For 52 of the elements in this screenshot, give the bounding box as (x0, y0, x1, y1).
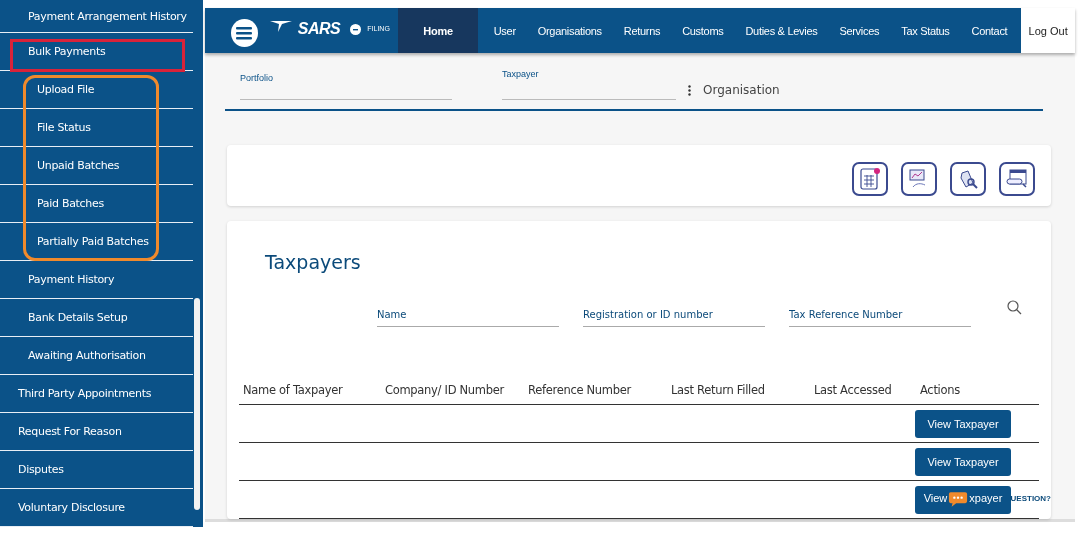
sidebar-item[interactable]: Request For Reason (0, 413, 193, 451)
search-field[interactable]: Name (377, 309, 559, 327)
sidebar-subitem[interactable]: Paid Batches (0, 185, 193, 223)
sidebar-item[interactable]: Payment History (0, 261, 193, 299)
search-icon[interactable] (1007, 300, 1022, 315)
sidebar-item[interactable]: Bank Details Setup (0, 299, 193, 337)
taxpayer-field[interactable]: Taxpayer (502, 63, 676, 101)
brand-name: SARS (297, 20, 341, 38)
e-logo-icon (350, 24, 362, 35)
tag-search-icon[interactable] (950, 162, 986, 197)
browser-form-icon[interactable] (999, 162, 1035, 197)
column-header: Last Return Filled (671, 382, 766, 397)
column-header: Last Accessed (814, 382, 893, 397)
sidebar-item[interactable]: Payment Arrangement History (0, 0, 193, 33)
column-header: Reference Number (528, 382, 633, 397)
column-header: Actions (920, 382, 961, 397)
sidebar-subitem[interactable]: File Status (0, 109, 193, 147)
search-field[interactable]: Registration or ID number (583, 309, 765, 327)
nav-item[interactable]: User (485, 8, 524, 54)
sidebar-item[interactable]: Voluntary Disclosure (0, 489, 193, 527)
sidebar-item[interactable]: Awaiting Authorisation (0, 337, 193, 375)
view-taxpayer-button[interactable]: View Taxpayer (915, 447, 1011, 476)
column-header: Name of Taxpayer (243, 382, 344, 397)
sidebar-subitem[interactable]: Partially Paid Batches (0, 223, 193, 261)
section-title: Taxpayers (264, 250, 362, 273)
nav-item[interactable]: Duties & Levies (737, 8, 826, 54)
chart-hand-icon[interactable] (901, 162, 937, 197)
view-taxpayer-button[interactable]: View xpayer (915, 485, 1011, 514)
menu-icon[interactable] (231, 19, 258, 47)
calculator-icon[interactable] (852, 162, 888, 197)
logout-button[interactable]: Log Out (1021, 8, 1075, 54)
sidebar-item[interactable]: Third Party Appointments (0, 375, 193, 413)
nav-item[interactable]: Customs (674, 8, 732, 54)
more-icon[interactable] (688, 84, 691, 96)
sidebar-item[interactable]: Bulk Payments (0, 33, 193, 71)
nav-item[interactable]: Services (831, 8, 888, 54)
chat-bubble-icon[interactable] (948, 491, 969, 508)
sidebar-subitem[interactable]: Unpaid Batches (0, 147, 193, 185)
logo-icon (269, 20, 292, 32)
nav-item[interactable]: Home (398, 8, 478, 54)
view-taxpayer-button[interactable]: View Taxpayer (915, 409, 1011, 438)
nav-item[interactable]: Organisations (529, 8, 610, 54)
column-header: Company/ ID Number (385, 382, 506, 397)
organisation-type: Organisation (703, 83, 780, 98)
chat-label[interactable]: UESTION? (1010, 494, 1051, 503)
search-field[interactable]: Tax Reference Number (789, 309, 971, 327)
portfolio-field[interactable]: Portfolio (240, 67, 452, 101)
nav-item[interactable]: Tax Status (893, 8, 958, 54)
sidebar-subitem[interactable]: Upload File (0, 71, 193, 109)
sidebar-item[interactable]: Disputes (0, 451, 193, 489)
nav-item[interactable]: Contact (963, 8, 1016, 54)
nav-item[interactable]: Returns (615, 8, 669, 54)
